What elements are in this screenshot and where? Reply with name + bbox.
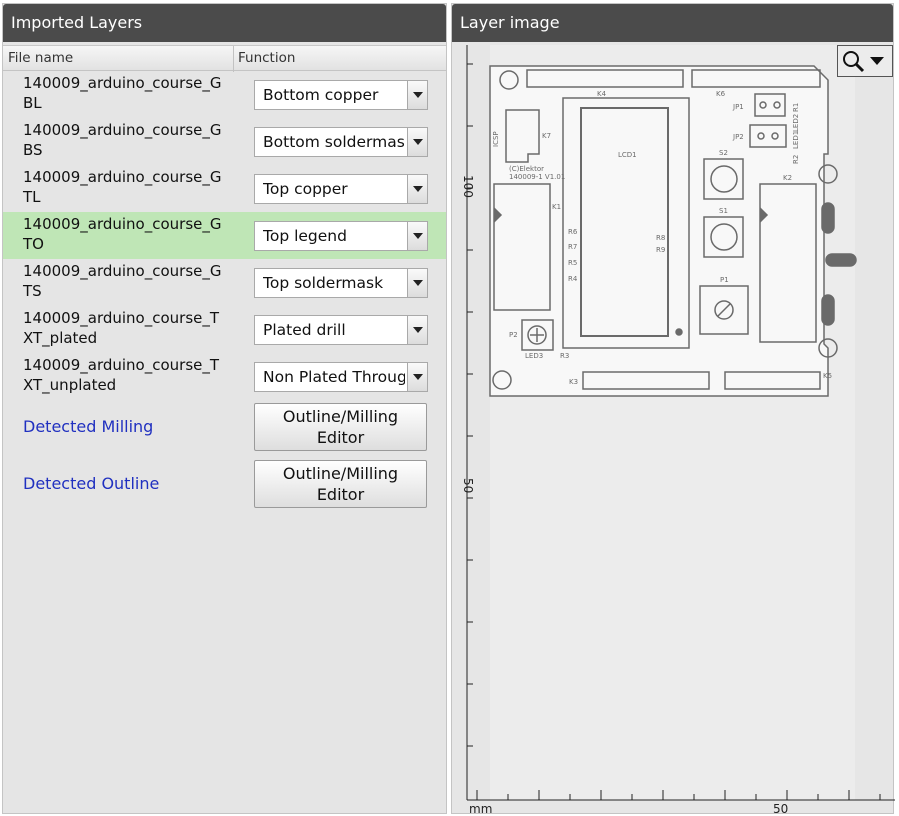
pcb-label: JP1: [732, 103, 744, 111]
chevron-down-icon[interactable]: [407, 269, 427, 297]
layer-function-value: Top legend: [263, 227, 347, 245]
layer-file-name: 140009_arduino_course_GBS: [23, 121, 222, 159]
slot: [821, 202, 835, 234]
pcb-label: ICSP: [492, 131, 500, 147]
button-label-line: Editor: [316, 485, 365, 504]
layer-file-name: 140009_arduino_course_TXT_plated: [23, 309, 220, 347]
button-label-line: Outline/Milling: [282, 407, 399, 426]
slot: [821, 294, 835, 326]
layer-function-select[interactable]: Plated drill: [254, 315, 428, 345]
layer-function-value: Bottom copper: [263, 86, 379, 104]
button-label-line: Outline/Milling: [282, 464, 399, 483]
pcb-label: R2: [792, 155, 800, 164]
zoom-dropdown-button[interactable]: [837, 45, 893, 77]
layer-file-name: 140009_arduino_course_TXT_unplated: [23, 356, 220, 394]
layer-function-select[interactable]: Bottom copper: [254, 80, 428, 110]
table-header: File name Function: [3, 45, 446, 72]
layer-function-select[interactable]: Top copper: [254, 174, 428, 204]
pin1-dot: [675, 328, 683, 336]
pcb-label: R6: [568, 228, 578, 236]
x-tick-label: 50: [773, 802, 788, 815]
layer-function-value: Bottom soldermask: [263, 133, 405, 151]
detected-outline-link[interactable]: Detected Outline: [23, 474, 159, 493]
layer-function-select[interactable]: Top legend: [254, 221, 428, 251]
chevron-down-icon[interactable]: [407, 363, 427, 391]
pcb-label: JP2: [732, 133, 744, 141]
vertical-ruler-ticks: [467, 63, 473, 747]
pcb-label: LED1: [792, 131, 800, 149]
column-header-file-name[interactable]: File name: [8, 50, 73, 66]
pcb-label: K1: [552, 203, 561, 211]
column-separator[interactable]: [233, 46, 234, 72]
pcb-label: K6: [716, 90, 726, 98]
pcb-label: S2: [719, 149, 728, 157]
pcb-label: R3: [560, 352, 569, 360]
layer-row[interactable]: 140009_arduino_course_GTS Top soldermask: [3, 259, 446, 306]
layer-file-name: 140009_arduino_course_GTS: [23, 262, 222, 300]
chevron-down-icon[interactable]: [407, 81, 427, 109]
layer-row[interactable]: 140009_arduino_course_GBL Bottom copper: [3, 71, 446, 118]
chevron-down-icon[interactable]: [407, 128, 427, 156]
slot: [825, 253, 857, 267]
layer-file-name: 140009_arduino_course_GTO: [23, 215, 222, 253]
chevron-down-icon[interactable]: [407, 222, 427, 250]
layer-function-value: Plated drill: [263, 321, 346, 339]
layer-row[interactable]: 140009_arduino_course_GBS Bottom solderma…: [3, 118, 446, 165]
pcb-label: S1: [719, 207, 728, 215]
layer-function-select[interactable]: Non Plated Through: [254, 362, 428, 392]
layer-row[interactable]: 140009_arduino_course_TXT_unplated Non Pl…: [3, 353, 446, 400]
layer-function-select[interactable]: Bottom soldermask: [254, 127, 428, 157]
layer-function-value: Non Plated Through: [263, 368, 405, 386]
ruler-unit: mm: [469, 802, 492, 815]
detected-milling-link[interactable]: Detected Milling: [23, 417, 153, 436]
imported-layers-panel: Imported Layers File name Function 14000…: [2, 3, 447, 814]
layer-row[interactable]: 140009_arduino_course_GTO Top legend: [3, 212, 446, 259]
layer-function-value: Top copper: [263, 180, 348, 198]
pcb-label: P1: [720, 276, 729, 284]
zoom-button-graphic: [843, 51, 884, 73]
layer-image-panel: Layer image 100 50 mm 50 K4 K6 K7 ICSP L…: [451, 3, 895, 815]
layer-row[interactable]: 140009_arduino_course_TXT_plated Plated d…: [3, 306, 446, 353]
pcb-label: P2: [509, 331, 518, 339]
panel-title: Imported Layers: [3, 4, 446, 42]
pcb-label: K3: [569, 378, 578, 386]
pcb-label: LED3: [525, 352, 543, 360]
pcb-label: R8: [656, 234, 665, 242]
pcb-label: K5: [823, 372, 832, 380]
pcb-label: K7: [542, 132, 551, 140]
chevron-down-icon[interactable]: [407, 175, 427, 203]
outline-milling-editor-button[interactable]: Outline/Milling Editor: [254, 460, 427, 508]
chevron-down-icon[interactable]: [407, 316, 427, 344]
column-header-function[interactable]: Function: [238, 50, 295, 66]
pcb-label: LCD1: [618, 151, 637, 159]
layer-file-name: 140009_arduino_course_GBL: [23, 74, 222, 112]
outline-milling-editor-button[interactable]: Outline/Milling Editor: [254, 403, 427, 451]
pcb-credit: 140009-1 V1.01: [509, 173, 565, 181]
layer-file-name: 140009_arduino_course_GTL: [23, 168, 222, 206]
pcb-label: K2: [783, 174, 792, 182]
pcb-label: R4: [568, 275, 578, 283]
layer-function-select[interactable]: Top soldermask: [254, 268, 428, 298]
pcb-label: R9: [656, 246, 665, 254]
pcb-legend: [489, 65, 857, 397]
pcb-label: R1: [792, 103, 800, 112]
pcb-label: R7: [568, 243, 577, 251]
layer-image-canvas[interactable]: 100 50 mm 50 K4 K6 K7 ICSP LCD1 JP1 JP2 …: [452, 4, 895, 815]
pcb-credit: (C)Elektor: [509, 165, 544, 173]
magnifier-icon: [843, 51, 865, 73]
button-label-line: Editor: [316, 428, 365, 447]
layer-row[interactable]: 140009_arduino_course_GTL Top copper: [3, 165, 446, 212]
pcb-label: R5: [568, 259, 577, 267]
pcb-label: K4: [597, 90, 607, 98]
y-tick-label: 100: [461, 175, 475, 198]
pcb-label: LED2: [792, 114, 800, 132]
chevron-down-icon: [870, 57, 884, 65]
layer-function-value: Top soldermask: [263, 274, 384, 292]
y-tick-label: 50: [461, 478, 475, 493]
